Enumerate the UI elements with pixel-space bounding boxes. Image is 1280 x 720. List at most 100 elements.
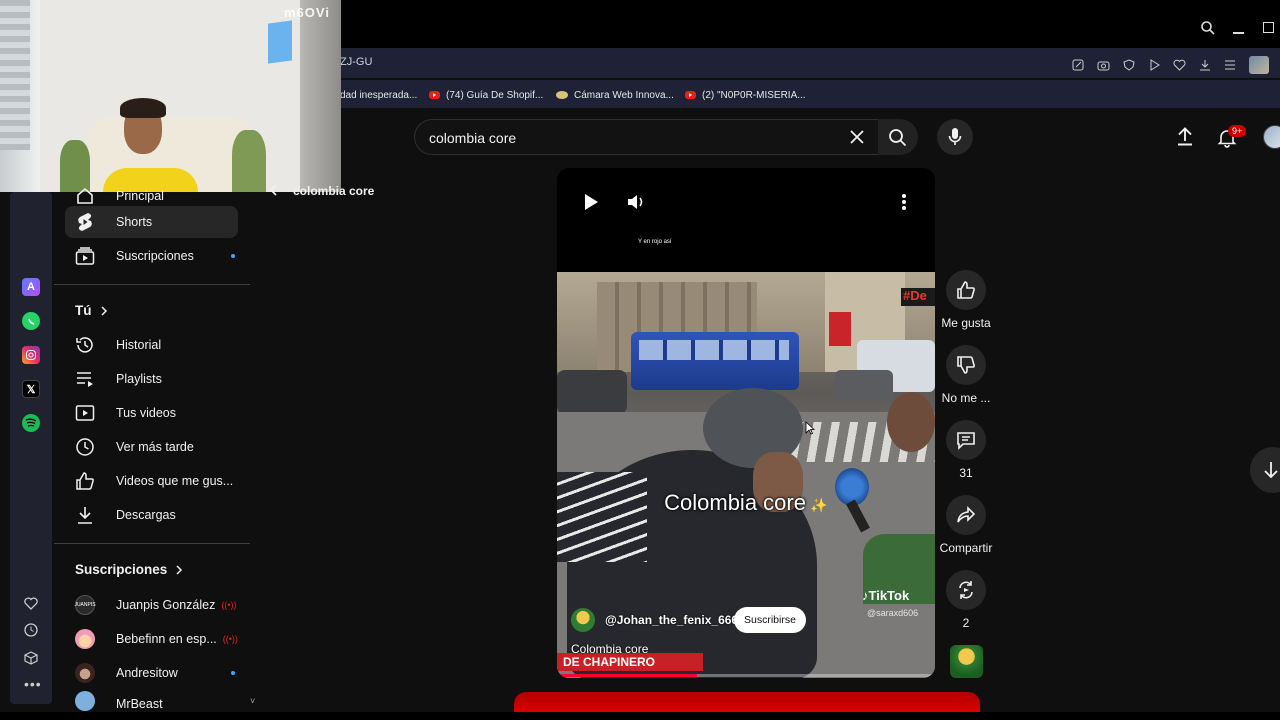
account-avatar[interactable] — [1263, 125, 1280, 149]
sidebar-item-subscriptions[interactable]: Suscripciones — [65, 240, 238, 272]
sidebar-item-your-videos[interactable]: Tus videos — [65, 397, 238, 429]
sidebar-channel[interactable]: JUANPIS Juanpis González ((•)) — [65, 589, 238, 621]
whatsapp-icon[interactable] — [22, 312, 40, 330]
bookmark-item[interactable]: Cámara Web Innova... — [556, 88, 674, 102]
search-button[interactable] — [878, 119, 918, 155]
sidebar-item-liked-videos[interactable]: Videos que me gus... — [65, 465, 238, 497]
new-content-dot — [231, 254, 235, 258]
thumbs-up-icon — [75, 471, 95, 491]
download-icon — [75, 505, 95, 525]
app-icon[interactable]: A — [22, 278, 40, 296]
bookmark-item[interactable]: (2) "N0P0R-MISERIA... — [685, 88, 806, 102]
share-icon — [957, 506, 976, 523]
sidebar-item-shorts[interactable]: Shorts — [65, 206, 238, 238]
mouse-cursor-icon — [805, 421, 815, 435]
chevron-right-icon — [100, 305, 107, 316]
voice-search-button[interactable] — [937, 119, 973, 155]
upload-button[interactable] — [1176, 127, 1194, 151]
sidebar-item-history[interactable]: Historial — [65, 329, 238, 361]
taskbar-strip — [0, 712, 1280, 720]
share-label: Compartir — [939, 541, 993, 555]
menu-icon[interactable] — [1224, 59, 1236, 71]
history-icon — [75, 335, 95, 355]
share-button[interactable] — [946, 495, 986, 535]
avatar — [75, 691, 95, 711]
search-input[interactable]: colombia core — [429, 130, 516, 146]
shorts-player[interactable]: Y en rojo así #De Colombia core ✨ ♪TikTo… — [557, 168, 935, 678]
video-frame[interactable]: #De Colombia core ✨ ♪TikTok @saraxd606 D… — [557, 272, 935, 678]
spotify-icon[interactable] — [22, 414, 40, 432]
short-title: Colombia core — [571, 642, 649, 656]
tiktok-handle: @saraxd606 — [867, 608, 919, 618]
edit-icon[interactable] — [1072, 59, 1084, 71]
download-icon[interactable] — [1199, 59, 1211, 71]
heart-icon[interactable] — [1173, 59, 1186, 71]
play-icon[interactable] — [1148, 59, 1160, 71]
webcam-overlay: m6OVi — [0, 0, 341, 192]
bookmark-item[interactable]: (74) Guía De Shopif... — [429, 88, 543, 102]
x-icon[interactable]: 𝕏 — [22, 380, 40, 398]
comments-button[interactable] — [946, 420, 986, 460]
clear-search-icon[interactable] — [850, 130, 864, 144]
subscribe-button[interactable]: Suscribirse — [734, 607, 806, 633]
new-content-dot — [231, 671, 235, 675]
clock-icon[interactable] — [24, 623, 38, 642]
sidebar-channel[interactable]: Bebefinn en esp... ((•)) — [65, 623, 238, 655]
your-videos-icon — [75, 403, 95, 423]
you-section-header[interactable]: Tú — [75, 303, 108, 318]
upload-icon — [1178, 127, 1192, 146]
progress-track[interactable] — [557, 674, 935, 677]
sidebar-item-downloads[interactable]: Descargas — [65, 499, 238, 531]
home-icon — [75, 186, 95, 206]
dislike-button[interactable] — [946, 345, 986, 385]
profile-avatar[interactable] — [1249, 56, 1269, 74]
bookmark-item[interactable]: dad inesperada... — [340, 88, 417, 102]
chevron-right-icon — [176, 564, 183, 575]
more-icon[interactable]: ••• — [24, 676, 42, 692]
sidebar-channel[interactable]: Andresitow — [65, 657, 238, 689]
live-icon: ((•)) — [221, 600, 237, 610]
like-label: Me gusta — [941, 316, 991, 330]
channel-avatar[interactable] — [571, 608, 595, 632]
video-top-caption: Y en rojo así — [638, 239, 672, 245]
channel-name[interactable]: @Johan_the_fenix_666 — [605, 613, 738, 627]
camera-icon[interactable] — [1097, 59, 1110, 71]
search-box: colombia core — [414, 119, 878, 155]
next-short-preview[interactable] — [514, 692, 980, 712]
subscriptions-section-header[interactable]: Suscripciones — [75, 562, 183, 577]
shorts-icon — [75, 212, 95, 232]
heart-icon[interactable] — [24, 597, 38, 615]
volume-icon[interactable] — [627, 193, 647, 211]
remix-button[interactable] — [946, 570, 986, 610]
play-icon[interactable] — [583, 193, 599, 211]
avatar — [75, 629, 95, 649]
sidebar-item-watch-later[interactable]: Ver más tarde — [65, 431, 238, 463]
url-text[interactable]: ZJ-GU — [340, 56, 372, 68]
live-icon: ((•)) — [222, 634, 238, 644]
sidebar-item-playlists[interactable]: Playlists — [65, 363, 238, 395]
microphone-icon — [948, 128, 962, 145]
webcam-watermark: m6OVi — [284, 5, 330, 20]
sparkle-icon: ✨ — [810, 497, 828, 513]
like-button[interactable] — [946, 270, 986, 310]
shield-icon[interactable] — [1123, 59, 1135, 71]
next-short-button[interactable] — [1250, 447, 1280, 493]
box-icon[interactable] — [24, 651, 38, 670]
video-overlay-text: Colombia core ✨ — [664, 490, 828, 515]
instagram-icon[interactable] — [22, 346, 40, 364]
dislike-label: No me ... — [941, 391, 991, 405]
restore-window-icon[interactable] — [1263, 22, 1274, 33]
search-tabs-icon[interactable] — [1200, 20, 1216, 36]
youtube-icon — [685, 91, 696, 99]
thumbs-up-icon — [957, 281, 975, 299]
avatar: JUANPIS — [74, 595, 96, 615]
minimize-window-icon[interactable] — [1233, 32, 1244, 34]
sidebar-channel[interactable]: MrBeast — [65, 691, 238, 711]
sound-avatar[interactable] — [950, 645, 983, 678]
back-chevron-icon[interactable] — [268, 183, 278, 202]
arrow-down-icon — [1264, 462, 1278, 479]
thumbs-down-icon — [957, 356, 975, 374]
browser-toolbar — [1072, 56, 1269, 74]
more-options-icon[interactable] — [902, 194, 906, 210]
scroll-down-icon[interactable]: ˅ — [250, 696, 255, 706]
